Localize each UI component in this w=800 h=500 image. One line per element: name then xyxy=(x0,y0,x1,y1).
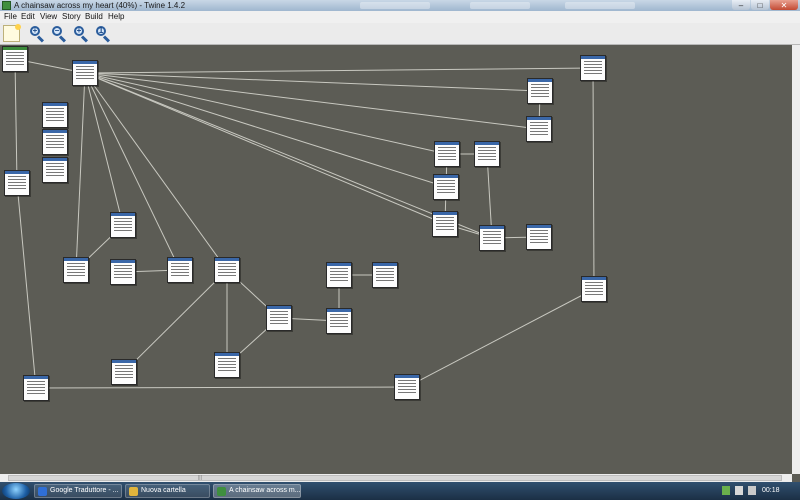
passage-card[interactable] xyxy=(23,375,49,401)
passage-card[interactable] xyxy=(72,60,98,86)
vertical-scrollbar[interactable] xyxy=(792,45,800,474)
passage-card[interactable] xyxy=(167,257,193,283)
passage-card[interactable] xyxy=(326,308,352,334)
passage-card[interactable] xyxy=(266,305,292,331)
passage-card[interactable] xyxy=(214,257,240,283)
folder-icon xyxy=(129,487,138,496)
passage-link-line xyxy=(35,386,408,389)
window-controls: – □ ✕ xyxy=(731,0,798,11)
window-title: A chainsaw across my heart (40%) - Twine… xyxy=(14,1,186,10)
passage-card[interactable] xyxy=(526,224,552,250)
menu-file[interactable]: File xyxy=(4,11,17,23)
toolbar: + − + 1 xyxy=(0,23,800,45)
zoom-fit-icon[interactable]: + xyxy=(73,25,90,43)
passage-card[interactable] xyxy=(474,141,500,167)
passage-card[interactable] xyxy=(581,276,607,302)
background-ghost-tab xyxy=(360,2,430,9)
zoom-out-icon[interactable]: − xyxy=(51,25,68,43)
menu-help[interactable]: Help xyxy=(108,11,124,23)
start-passage-card[interactable] xyxy=(2,46,28,72)
passage-card[interactable] xyxy=(42,157,68,183)
start-button-icon[interactable] xyxy=(2,483,30,499)
scroll-grip-icon: ||| xyxy=(198,475,202,481)
taskbar: Google Traduttore - ... Nuova cartella A… xyxy=(0,482,800,500)
passage-link-line xyxy=(16,182,37,389)
task-nuova-cartella[interactable]: Nuova cartella xyxy=(125,484,210,498)
zoom-in-sign: + xyxy=(32,26,38,35)
tray-flag-icon[interactable] xyxy=(748,486,756,495)
task-google-translate[interactable]: Google Traduttore - ... xyxy=(34,484,122,498)
menu-story[interactable]: Story xyxy=(62,11,81,23)
close-button[interactable]: ✕ xyxy=(770,0,798,10)
zoom-actual-sign: 1 xyxy=(98,26,104,35)
task-label: Nuova cartella xyxy=(141,487,186,494)
title-bar: A chainsaw across my heart (40%) - Twine… xyxy=(0,0,800,11)
story-map-canvas[interactable] xyxy=(0,45,792,474)
task-label: Google Traduttore - ... xyxy=(50,487,119,494)
passage-card[interactable] xyxy=(434,141,460,167)
menu-build[interactable]: Build xyxy=(85,11,103,23)
passage-link-line xyxy=(84,72,447,188)
menu-view[interactable]: View xyxy=(40,11,57,23)
zoom-actual-icon[interactable]: 1 xyxy=(95,25,112,43)
twine-icon xyxy=(217,487,226,496)
passage-link-line xyxy=(592,67,595,290)
horizontal-scrollbar[interactable]: ||| xyxy=(0,474,792,482)
background-ghost-tab xyxy=(565,2,635,9)
passage-card[interactable] xyxy=(42,129,68,155)
minimize-button[interactable]: – xyxy=(732,0,750,10)
passage-link-line xyxy=(75,72,86,271)
passage-card[interactable] xyxy=(432,211,458,237)
passage-card[interactable] xyxy=(110,259,136,285)
passage-card[interactable] xyxy=(110,212,136,238)
passage-card[interactable] xyxy=(394,374,420,400)
zoom-out-sign: − xyxy=(54,26,60,35)
passage-card[interactable] xyxy=(433,174,459,200)
passage-link-line xyxy=(406,288,595,388)
passage-card[interactable] xyxy=(63,257,89,283)
passage-card[interactable] xyxy=(527,78,553,104)
clock: 00:18 xyxy=(762,487,780,494)
passage-link-line xyxy=(84,67,594,74)
passage-card[interactable] xyxy=(580,55,606,81)
new-passage-icon[interactable] xyxy=(3,24,21,42)
passage-card[interactable] xyxy=(4,170,30,196)
passage-link-line xyxy=(14,58,18,184)
passage-card[interactable] xyxy=(326,262,352,288)
tray-network-icon[interactable] xyxy=(722,486,730,495)
passage-link-line xyxy=(123,269,228,373)
passage-card[interactable] xyxy=(372,262,398,288)
task-twine[interactable]: A chainsaw across m... xyxy=(213,484,301,498)
twine-app-icon xyxy=(2,1,11,10)
passage-link-line xyxy=(84,72,124,226)
horizontal-scroll-thumb[interactable] xyxy=(8,475,782,481)
passage-card[interactable] xyxy=(214,352,240,378)
passage-card[interactable] xyxy=(111,359,137,385)
task-label: A chainsaw across m... xyxy=(229,487,301,494)
passage-card[interactable] xyxy=(42,102,68,128)
zoom-fit-sign: + xyxy=(76,26,82,35)
zoom-in-icon[interactable]: + xyxy=(29,25,46,43)
passage-card[interactable] xyxy=(479,225,505,251)
passage-link-line xyxy=(84,72,181,271)
tray-volume-icon[interactable] xyxy=(735,486,743,495)
passage-card[interactable] xyxy=(526,116,552,142)
browser-icon xyxy=(38,487,47,496)
maximize-button[interactable]: □ xyxy=(751,0,769,10)
menu-edit[interactable]: Edit xyxy=(21,11,35,23)
background-ghost-tab xyxy=(470,2,530,9)
